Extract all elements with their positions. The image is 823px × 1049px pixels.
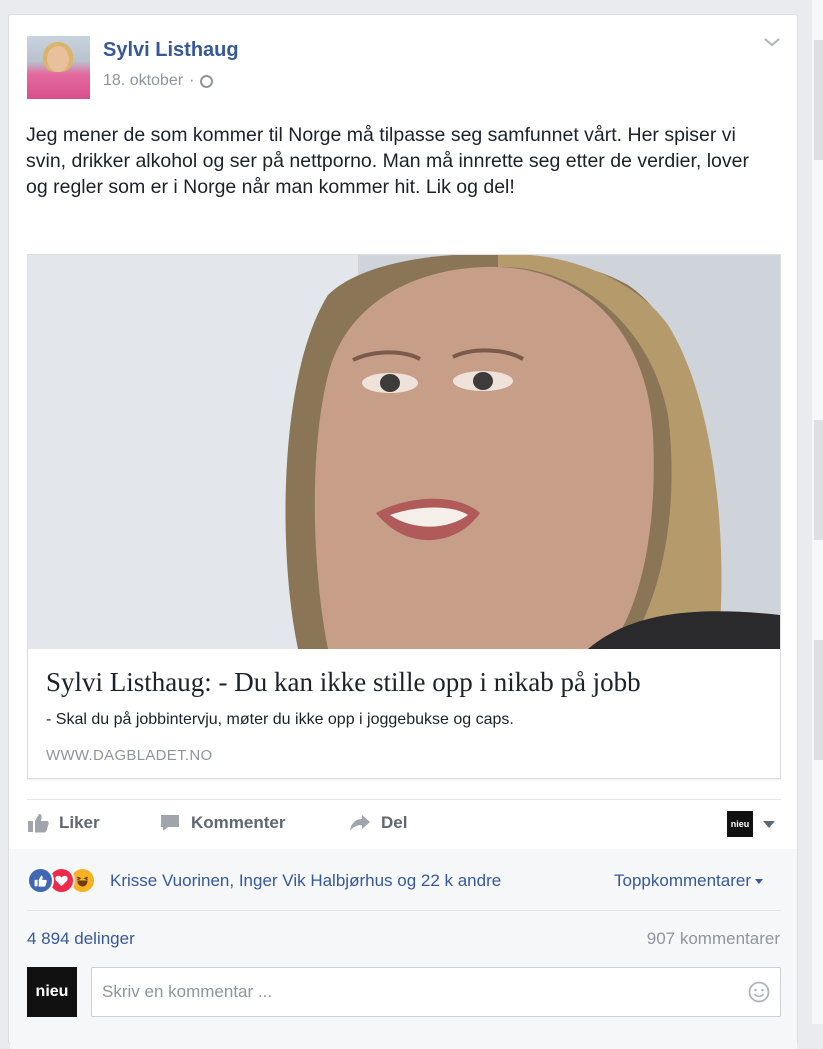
link-preview[interactable]: Sylvi Listhaug: - Du kan ikke stille opp…: [27, 254, 781, 779]
nieu-logo: nieu: [727, 811, 753, 837]
share-arrow-icon: [350, 815, 370, 831]
caret-down-icon: [755, 878, 764, 884]
comment-button[interactable]: Kommenter: [159, 813, 285, 833]
emoji-smiley-icon[interactable]: [748, 981, 770, 1003]
meta-separator: ·: [189, 72, 195, 89]
reaction-icons[interactable]: [27, 867, 96, 894]
chevron-down-icon[interactable]: [763, 35, 781, 49]
like-button[interactable]: Liker: [27, 813, 100, 833]
divider: [27, 799, 781, 800]
adjacent-column: [812, 0, 823, 1024]
post-card: Sylvi Listhaug 18. oktober · Jeg mener d…: [8, 14, 798, 1049]
shares-count[interactable]: 4 894 delinger: [27, 929, 135, 949]
comment-box[interactable]: [91, 967, 781, 1017]
post-date[interactable]: 18. oktober: [103, 72, 183, 90]
adjacent-card-edge: [814, 40, 823, 160]
comment-label: Kommenter: [191, 813, 286, 832]
author-name[interactable]: Sylvi Listhaug: [103, 39, 239, 62]
thumbs-up-icon: [28, 814, 49, 833]
link-description: - Skal du på jobbintervju, møter du ikke…: [46, 711, 514, 728]
portrait-photo: [28, 255, 780, 649]
post-text: Jeg mener de som kommer til Norge må til…: [26, 124, 749, 198]
page-selector[interactable]: nieu: [727, 811, 775, 837]
post-meta: 18. oktober ·: [103, 72, 214, 90]
like-label: Liker: [59, 813, 100, 832]
comment-bubble-icon: [161, 815, 179, 831]
top-comments-dropdown[interactable]: Toppkommentarer: [614, 871, 764, 891]
link-preview-image[interactable]: [28, 255, 780, 649]
adjacent-card-edge: [814, 640, 823, 760]
top-comments-label: Toppkommentarer: [614, 871, 752, 890]
comment-input[interactable]: [92, 968, 732, 1016]
comments-count[interactable]: 907 kommentarer: [647, 929, 780, 949]
reactors-list[interactable]: Krisse Vuorinen, Inger Vik Halbjørhus og…: [110, 871, 501, 891]
link-title[interactable]: Sylvi Listhaug: - Du kan ikke stille opp…: [46, 667, 641, 698]
divider: [27, 910, 781, 911]
share-label: Del: [381, 813, 408, 832]
commenter-avatar[interactable]: nieu: [27, 967, 77, 1017]
like-reaction-icon: [27, 867, 54, 894]
share-button[interactable]: Del: [349, 813, 407, 833]
author-avatar[interactable]: [27, 36, 90, 99]
adjacent-card-edge: [814, 420, 823, 540]
link-domain: WWW.DAGBLADET.NO: [46, 747, 213, 764]
globe-icon[interactable]: [200, 74, 214, 88]
caret-down-icon: [763, 820, 775, 828]
